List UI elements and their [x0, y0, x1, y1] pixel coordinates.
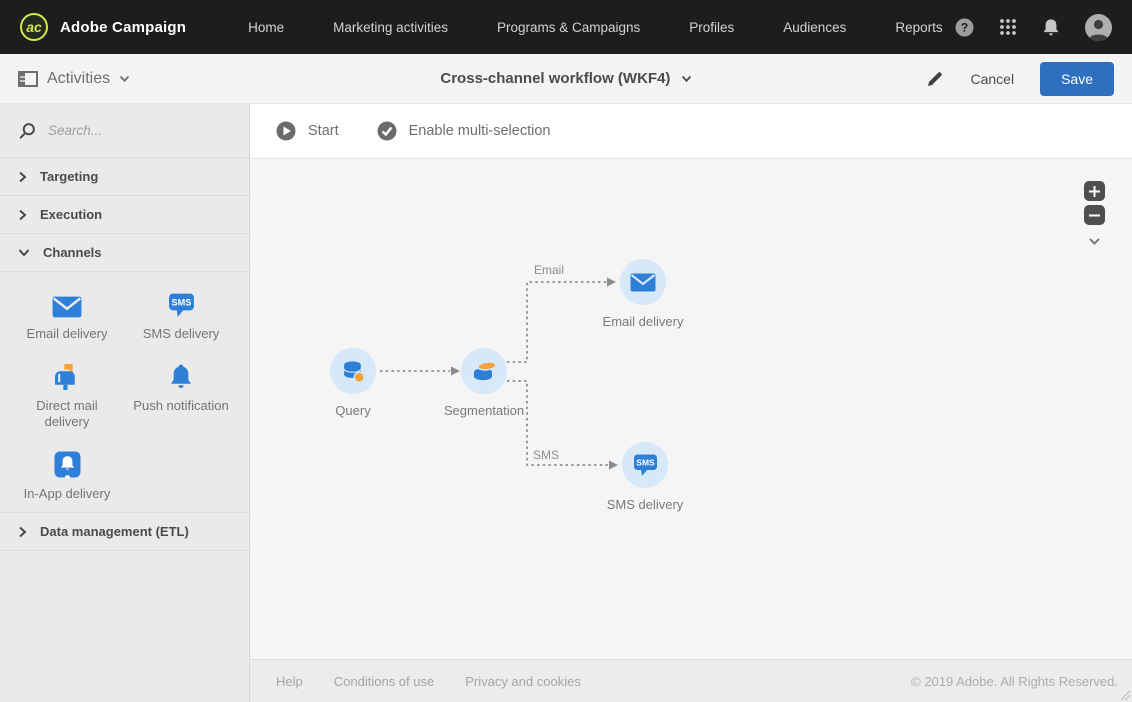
notifications-bell-icon[interactable]: [1042, 18, 1060, 37]
svg-text:SMS: SMS: [171, 298, 191, 308]
channel-push-notification[interactable]: Push notification: [124, 358, 238, 430]
cancel-button[interactable]: Cancel: [970, 71, 1014, 87]
node-label: Email delivery: [602, 314, 684, 329]
activities-selector[interactable]: Activities: [18, 70, 130, 88]
channel-email-delivery[interactable]: Email delivery: [10, 286, 124, 342]
resize-handle[interactable]: [1120, 690, 1130, 700]
pencil-icon[interactable]: [926, 70, 944, 88]
footer-link-conditions[interactable]: Conditions of use: [334, 674, 434, 689]
in-app-icon: [54, 446, 81, 478]
sidebar-section-channels[interactable]: Channels: [0, 234, 249, 272]
sms-icon: SMS: [168, 286, 195, 318]
node-email-delivery[interactable]: Email delivery: [583, 259, 703, 329]
email-icon: [52, 286, 82, 318]
chevron-down-icon: [681, 75, 691, 83]
channel-label: Direct mail delivery: [36, 398, 98, 429]
nav-item-home[interactable]: Home: [248, 20, 284, 35]
adobe-campaign-logo-icon: ac: [20, 13, 48, 41]
channel-label: Push notification: [133, 398, 229, 413]
footer-link-privacy[interactable]: Privacy and cookies: [465, 674, 581, 689]
transition-label-sms: SMS: [533, 448, 560, 462]
svg-text:SMS: SMS: [636, 457, 655, 467]
footer-link-help[interactable]: Help: [276, 674, 303, 689]
nav-item-reports[interactable]: Reports: [895, 20, 942, 35]
play-icon: [276, 121, 296, 141]
nav-item-profiles[interactable]: Profiles: [689, 20, 734, 35]
apps-grid-icon[interactable]: [999, 18, 1017, 36]
sidebar-section-targeting[interactable]: Targeting: [0, 158, 249, 196]
channel-in-app-delivery[interactable]: In-App delivery: [10, 446, 124, 502]
zoom-in-button[interactable]: [1084, 181, 1105, 201]
channel-sms-delivery[interactable]: SMS SMS delivery: [124, 286, 238, 342]
multi-selection-label: Enable multi-selection: [408, 123, 551, 139]
search-input[interactable]: [48, 123, 218, 138]
section-label: Execution: [40, 207, 103, 222]
svg-text:?: ?: [961, 20, 968, 34]
context-label: Activities: [47, 69, 111, 87]
workflow-toolbar: Start Enable multi-selection: [250, 104, 1132, 159]
section-label: Channels: [43, 245, 102, 260]
user-avatar-icon[interactable]: [1085, 13, 1112, 41]
channel-label: SMS delivery: [142, 326, 220, 341]
nav-item-marketing-activities[interactable]: Marketing activities: [333, 20, 448, 35]
top-navigation-bar: ac Adobe Campaign Home Marketing activit…: [0, 0, 1132, 54]
adobe-campaign-brand[interactable]: ac Adobe Campaign: [20, 13, 186, 41]
chevron-right-icon: [19, 209, 27, 220]
minus-icon: [1089, 214, 1100, 216]
email-icon: [620, 259, 666, 305]
node-label: Segmentation: [443, 403, 525, 418]
save-button[interactable]: Save: [1040, 61, 1114, 96]
push-notification-icon: [169, 358, 193, 390]
collapse-controls-button[interactable]: [1088, 233, 1101, 251]
workflow-title-dropdown[interactable]: Cross-channel workflow (WKF4): [440, 70, 691, 87]
help-icon[interactable]: ?: [955, 18, 974, 37]
chevron-down-icon: [18, 249, 30, 257]
channel-label: In-App delivery: [23, 486, 111, 501]
section-label: Targeting: [40, 169, 99, 184]
multi-selection-toggle[interactable]: Enable multi-selection: [377, 121, 551, 141]
copyright-text: © 2019 Adobe. All Rights Reserved.: [911, 673, 1118, 689]
sidebar-search[interactable]: [0, 104, 249, 158]
workflow-header-bar: Activities Cross-channel workflow (WKF4)…: [0, 54, 1132, 104]
sms-icon: SMS: [622, 442, 668, 488]
node-sms-delivery[interactable]: SMS SMS delivery: [585, 442, 705, 512]
start-button[interactable]: Start: [276, 121, 339, 141]
chevron-down-icon: [1089, 238, 1100, 245]
sidebar-section-execution[interactable]: Execution: [0, 196, 249, 234]
chevron-down-icon: [119, 75, 130, 82]
chevron-right-icon: [19, 526, 27, 537]
node-label: Query: [335, 403, 371, 418]
activities-panel-icon: [18, 70, 38, 87]
direct-mail-icon: [54, 358, 81, 390]
node-segmentation[interactable]: Segmentation: [424, 348, 544, 418]
start-label: Start: [308, 123, 339, 139]
canvas-zoom-controls: [1084, 181, 1105, 251]
page-footer: Help Conditions of use Privacy and cooki…: [250, 659, 1132, 702]
workflow-canvas[interactable]: Email SMS Query Segmentation Email deliv…: [250, 159, 1132, 659]
transition-label-email: Email: [534, 263, 565, 277]
zoom-out-button[interactable]: [1084, 205, 1105, 225]
node-label: SMS delivery: [606, 497, 684, 512]
search-icon: [19, 122, 35, 139]
section-label: Data management (ETL): [40, 524, 189, 539]
check-circle-icon: [377, 121, 397, 141]
query-database-icon: [330, 348, 376, 394]
channel-label: Email delivery: [26, 326, 108, 341]
brand-name: Adobe Campaign: [60, 18, 187, 36]
main-menu: Home Marketing activities Programs & Cam…: [248, 20, 942, 35]
plus-icon: [1089, 185, 1100, 197]
nav-item-programs-campaigns[interactable]: Programs & Campaigns: [497, 20, 640, 35]
sidebar-section-data-management[interactable]: Data management (ETL): [0, 513, 249, 551]
channels-palette: Email delivery SMS SMS delivery Direct m…: [0, 272, 249, 513]
chevron-right-icon: [19, 171, 27, 182]
node-query[interactable]: Query: [293, 348, 413, 418]
segmentation-icon: [461, 348, 507, 394]
activities-sidebar: Targeting Execution Channels Email deliv…: [0, 104, 250, 702]
nav-item-audiences[interactable]: Audiences: [783, 20, 846, 35]
channel-direct-mail-delivery[interactable]: Direct mail delivery: [10, 358, 124, 430]
